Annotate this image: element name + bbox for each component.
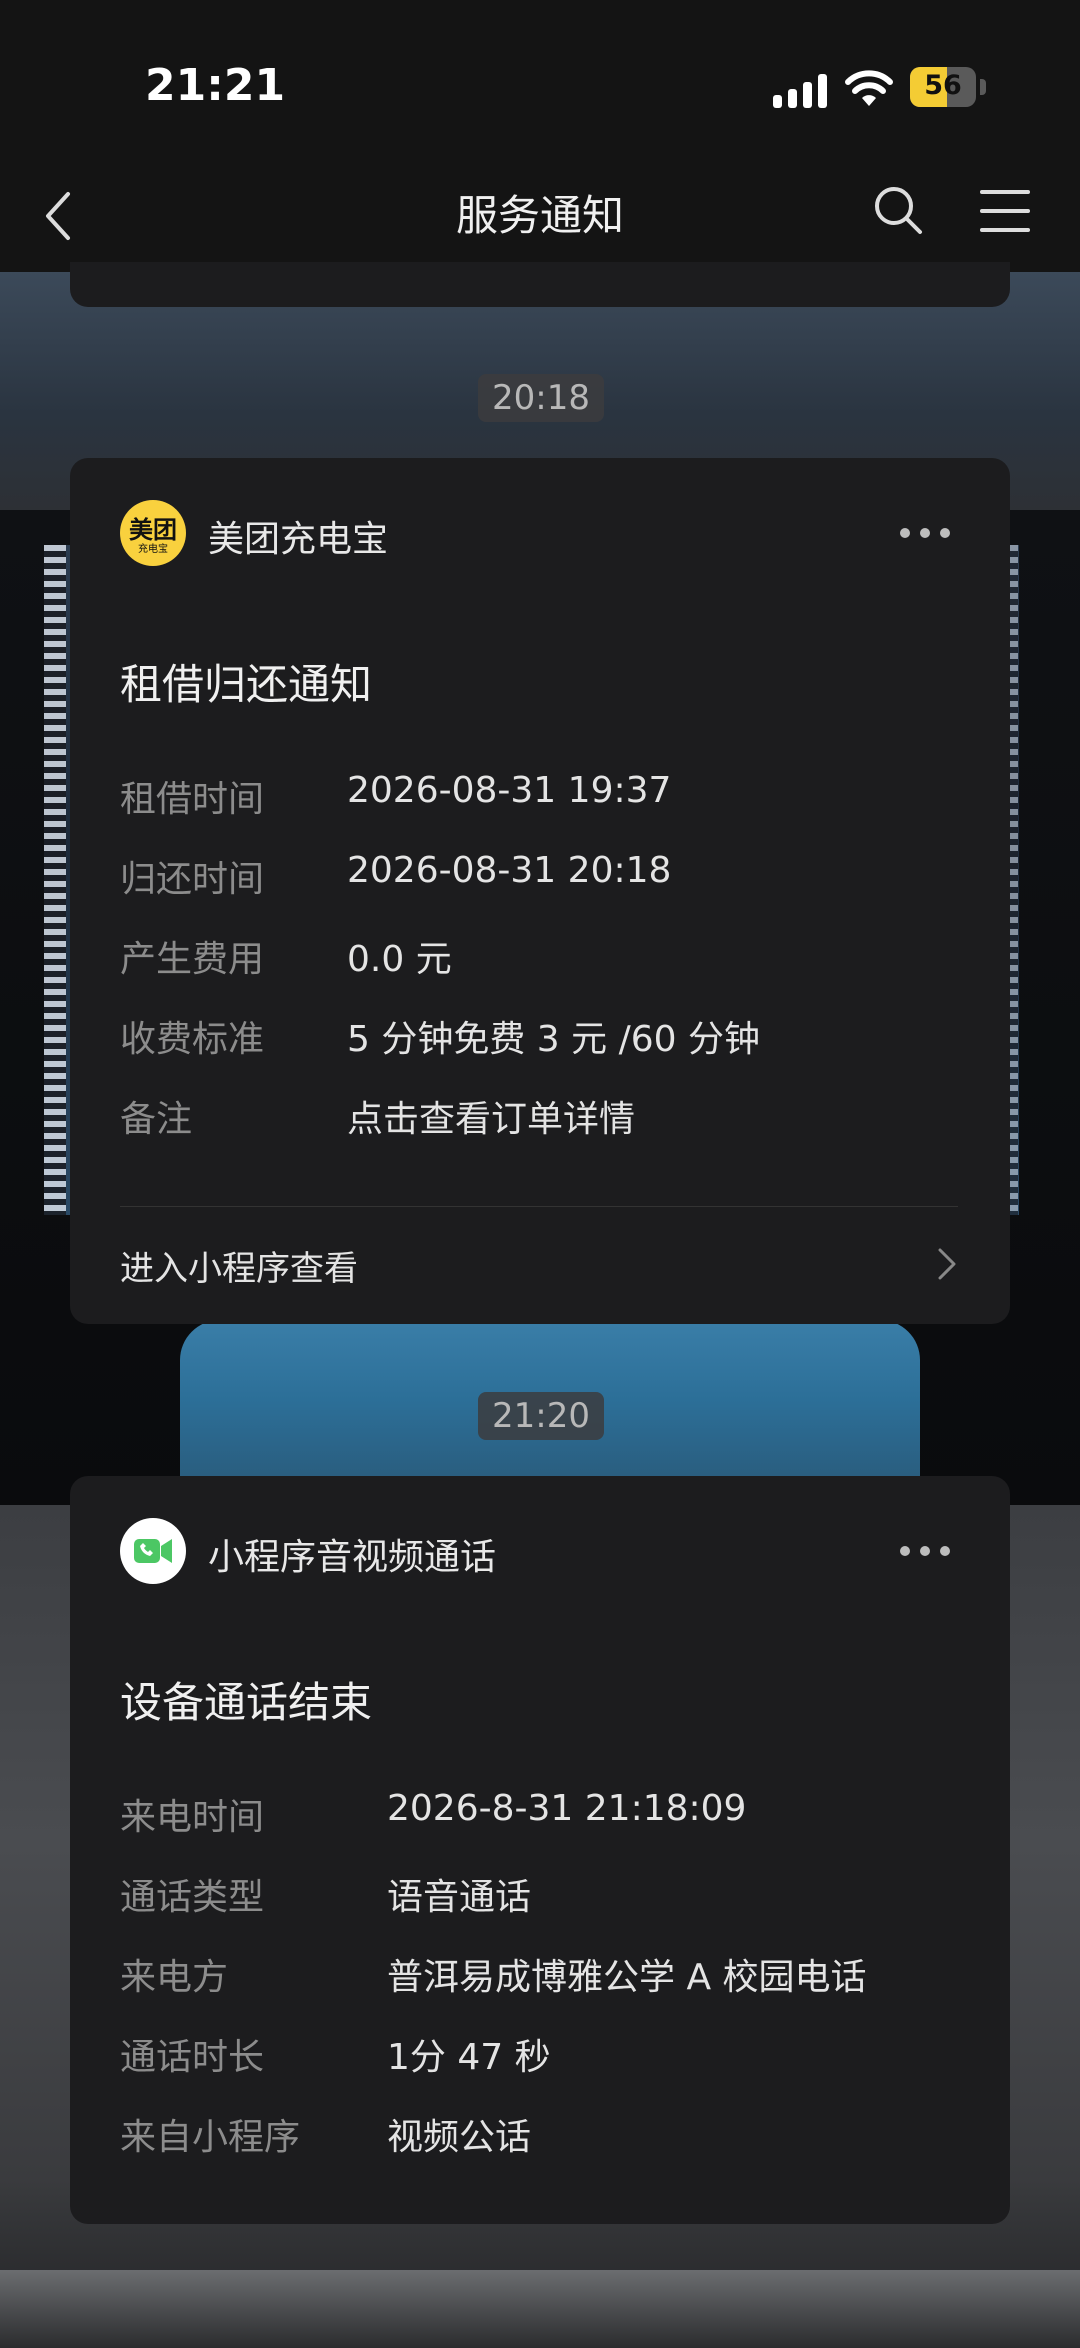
open-mini-program-link[interactable]: 进入小程序查看: [120, 1233, 970, 1293]
field-row: 收费标准 5 分钟免费 3 元 /60 分钟: [120, 1010, 970, 1060]
field-value: 2026-08-31 20:18: [347, 850, 672, 891]
card-header: 小程序音视频通话: [120, 1518, 970, 1584]
more-icon[interactable]: [900, 1546, 950, 1558]
divider: [120, 1206, 958, 1207]
search-icon[interactable]: [872, 184, 924, 236]
field-row: 来电时间 2026-8-31 21:18:09: [120, 1788, 970, 1838]
video-call-icon: [120, 1518, 186, 1584]
field-row: 来自小程序 视频公话: [120, 2108, 970, 2158]
message-timestamp: 21:20: [478, 1392, 604, 1440]
nav-bar: 服务通知: [0, 160, 1080, 272]
field-label: 来电时间: [120, 1797, 265, 1838]
field-label: 租借时间: [120, 779, 265, 820]
field-value: 语音通话: [387, 1877, 532, 1918]
field-value: 2026-08-31 19:37: [347, 770, 672, 811]
field-value: 5 分钟免费 3 元 /60 分钟: [347, 1019, 760, 1060]
status-time: 21:21: [145, 60, 286, 111]
chevron-right-icon: [938, 1248, 956, 1280]
battery-icon: 56: [910, 67, 976, 107]
field-label: 来电方: [120, 1957, 229, 1998]
field-label: 收费标准: [120, 1019, 265, 1060]
field-value: 0.0 元: [347, 939, 452, 980]
field-label: 通话时长: [120, 2037, 265, 2078]
cellular-signal-icon: [773, 74, 829, 108]
status-bar: 21:21 56: [0, 0, 1080, 160]
more-icon[interactable]: [900, 528, 950, 540]
field-value[interactable]: 点击查看订单详情: [347, 1090, 635, 1142]
message-timestamp: 20:18: [478, 374, 604, 422]
meituan-logo-icon: 美团 充电宝: [120, 500, 186, 566]
field-label: 备注: [120, 1099, 193, 1140]
previous-message-card[interactable]: [70, 262, 1010, 307]
field-label: 产生费用: [120, 939, 265, 980]
field-row: 产生费用 0.0 元: [120, 930, 970, 980]
field-row: 备注 点击查看订单详情: [120, 1090, 970, 1140]
field-label: 来自小程序: [120, 2117, 301, 2158]
open-mini-program-label: 进入小程序查看: [120, 1249, 358, 1289]
field-value: 1分 47 秒: [387, 2037, 551, 2078]
wifi-icon: [845, 70, 893, 106]
field-label: 归还时间: [120, 859, 265, 900]
field-row: 通话类型 语音通话: [120, 1868, 970, 1918]
field-row: 归还时间 2026-08-31 20:18: [120, 850, 970, 900]
field-label: 通话类型: [120, 1877, 265, 1918]
field-value: 视频公话: [387, 2117, 532, 2158]
field-value: 2026-8-31 21:18:09: [387, 1788, 747, 1829]
notification-card-video-call[interactable]: 小程序音视频通话 设备通话结束 来电时间 2026-8-31 21:18:09 …: [70, 1476, 1010, 2224]
battery-level: 56: [924, 70, 962, 101]
card-title: 设备通话结束: [120, 1678, 373, 1727]
field-value: 普洱易成博雅公学 A 校园电话: [387, 1957, 867, 1998]
field-row: 租借时间 2026-08-31 19:37: [120, 770, 970, 820]
card-header: 美团 充电宝 美团充电宝: [120, 500, 970, 566]
app-name: 美团充电宝: [208, 519, 389, 560]
card-title: 租借归还通知: [120, 660, 373, 709]
field-row: 来电方 普洱易成博雅公学 A 校园电话: [120, 1948, 970, 1998]
notification-card-meituan[interactable]: 美团 充电宝 美团充电宝 租借归还通知 租借时间 2026-08-31 19:3…: [70, 458, 1010, 1324]
app-name: 小程序音视频通话: [208, 1537, 497, 1578]
menu-icon[interactable]: [980, 188, 1030, 234]
field-row: 通话时长 1分 47 秒: [120, 2028, 970, 2078]
